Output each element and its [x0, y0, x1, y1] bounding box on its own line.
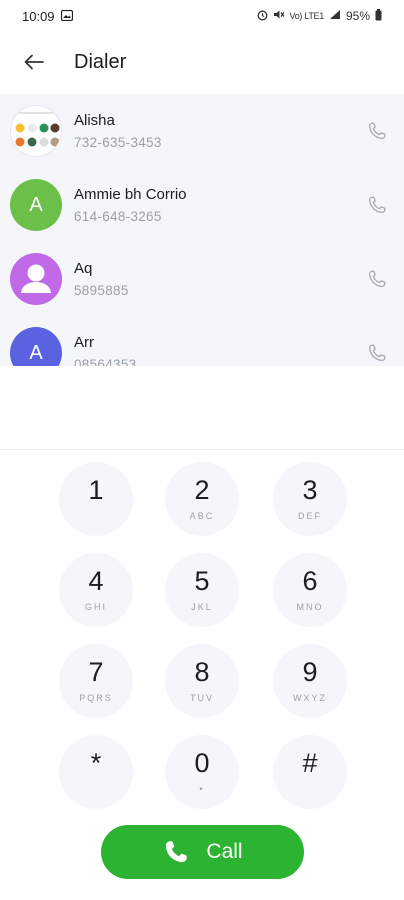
key-letters: MNO: [296, 602, 324, 612]
key-7[interactable]: 7 PQRS: [59, 644, 133, 718]
app-header: Dialer: [0, 32, 404, 92]
key-3[interactable]: 3 DEF: [273, 462, 347, 536]
key-0[interactable]: 0 •: [165, 735, 239, 809]
contact-row[interactable]: A Ammie bh Corrio 614-648-3265: [0, 168, 404, 242]
contact-name: Alisha: [74, 112, 115, 129]
battery-icon: [375, 8, 382, 24]
key-letters: DEF: [298, 511, 322, 521]
contact-row[interactable]: A Arr 08564353: [0, 316, 404, 366]
key-digit: 1: [88, 475, 104, 505]
battery-percent: 95%: [345, 9, 370, 23]
key-digit: #: [302, 748, 318, 778]
key-digit: 6: [302, 566, 318, 596]
contact-info: Ammie bh Corrio 614-648-3265: [74, 186, 187, 224]
status-right: Vo) LTE1 95%: [257, 8, 382, 24]
key-digit: 5: [194, 566, 210, 596]
contact-row[interactable]: Alisha 732-635-3453: [0, 94, 404, 168]
phone-icon[interactable]: [366, 194, 388, 216]
mute-icon: [273, 9, 285, 23]
key-9[interactable]: 9 WXYZ: [273, 644, 347, 718]
status-left: 10:09: [22, 9, 73, 24]
phone-icon: [166, 841, 188, 863]
avatar-letter: A: [29, 193, 43, 216]
key-8[interactable]: 8 TUV: [165, 644, 239, 718]
contact-info: Arr 08564353: [74, 334, 136, 366]
key-hash[interactable]: #: [273, 735, 347, 809]
key-4[interactable]: 4 GHI: [59, 553, 133, 627]
phone-icon[interactable]: [366, 120, 388, 142]
keypad-divider: [0, 449, 404, 450]
network-label: Vo) LTE1: [289, 11, 325, 21]
key-letters: •: [199, 784, 205, 794]
contact-suggestion-list[interactable]: Alisha 732-635-3453 A Ammie bh Corrio 61…: [0, 94, 404, 366]
contact-letter-avatar: A: [10, 179, 62, 231]
contact-info: Alisha 732-635-3453: [74, 112, 162, 150]
alarm-icon: [257, 9, 268, 24]
key-digit: 4: [88, 566, 104, 596]
key-letters: PQRS: [79, 693, 113, 703]
key-1[interactable]: 1: [59, 462, 133, 536]
contact-number: 614-648-3265: [74, 209, 162, 224]
key-digit: 2: [194, 475, 210, 505]
phone-icon[interactable]: [366, 268, 388, 290]
avatar-letter: A: [29, 341, 43, 364]
contact-photo-avatar: [10, 105, 62, 157]
key-letters: JKL: [191, 602, 213, 612]
contact-name: Ammie bh Corrio: [74, 186, 187, 203]
key-letters: ABC: [189, 511, 215, 521]
signal-icon: [329, 9, 341, 23]
contact-photo-image: [11, 106, 61, 156]
key-digit: 9: [302, 657, 318, 687]
back-button[interactable]: [22, 50, 46, 74]
key-digit: 7: [88, 657, 104, 687]
contact-number: 732-635-3453: [74, 135, 162, 150]
status-bar: 10:09 Vo) LTE1 95%: [0, 0, 404, 32]
key-letters: TUV: [190, 693, 214, 703]
key-2[interactable]: 2 ABC: [165, 462, 239, 536]
contact-row[interactable]: Aq 5895885: [0, 242, 404, 316]
status-time: 10:09: [22, 8, 55, 24]
key-digit: 0: [194, 748, 210, 778]
arrow-left-icon: [24, 54, 44, 70]
key-5[interactable]: 5 JKL: [165, 553, 239, 627]
contact-letter-avatar: A: [10, 327, 62, 366]
phone-icon[interactable]: [366, 342, 388, 364]
contact-person-avatar: [10, 253, 62, 305]
person-icon: [21, 264, 51, 293]
key-digit: *: [90, 748, 102, 778]
key-6[interactable]: 6 MNO: [273, 553, 347, 627]
contact-number: 08564353: [74, 357, 137, 366]
key-letters: GHI: [84, 602, 107, 612]
contact-name: Arr: [74, 334, 94, 351]
contact-info: Aq 5895885: [74, 260, 129, 298]
call-button[interactable]: Call: [101, 825, 304, 879]
call-button-label: Call: [206, 840, 243, 863]
contact-number: 5895885: [74, 283, 129, 298]
key-digit: 3: [302, 475, 318, 505]
page-title: Dialer: [74, 50, 127, 73]
gallery-notification-icon: [60, 9, 73, 24]
key-star[interactable]: *: [59, 735, 133, 809]
key-letters: WXYZ: [293, 693, 327, 703]
contact-name: Aq: [74, 260, 93, 277]
key-digit: 8: [194, 657, 210, 687]
